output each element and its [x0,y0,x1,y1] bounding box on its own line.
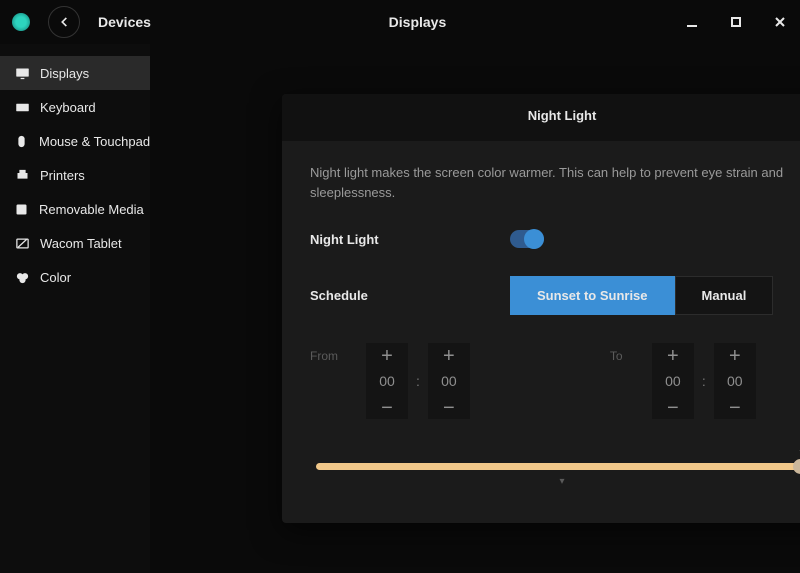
to-hours-up[interactable]: + [667,343,679,367]
sidebar-item-label: Keyboard [40,100,96,115]
sidebar-item-printers[interactable]: Printers [0,158,150,192]
maximize-button[interactable] [728,14,744,30]
titlebar-category: Devices [98,14,151,30]
schedule-row: Schedule Sunset to Sunrise Manual [310,276,800,315]
main-panel: ndscape 3 (16:9) On Night Light ✕ Night … [150,44,800,573]
tablet-icon [14,235,30,251]
to-minutes-value[interactable]: 00 [727,367,743,395]
schedule-manual-button[interactable]: Manual [675,276,774,315]
schedule-auto-button[interactable]: Sunset to Sunrise [510,276,675,315]
time-row: From + 00 − : + 00 − [310,343,800,419]
sidebar-item-label: Mouse & Touchpad [39,134,150,149]
minimize-button[interactable] [684,14,700,30]
titlebar: Devices Displays [0,0,800,44]
colon: : [702,373,706,389]
from-label: From [310,343,356,363]
to-label: To [610,343,642,363]
night-light-toggle-row: Night Light [310,230,800,248]
to-minutes-down[interactable]: − [729,395,741,419]
sidebar-item-mouse[interactable]: Mouse & Touchpad [0,124,150,158]
from-hours: + 00 − [366,343,408,419]
keyboard-icon [14,99,30,115]
sidebar-item-label: Wacom Tablet [40,236,122,251]
sidebar-item-label: Displays [40,66,89,81]
slider-thumb[interactable] [793,459,800,474]
window-controls [684,14,788,30]
from-hours-value[interactable]: 00 [379,367,395,395]
from-hours-down[interactable]: − [381,395,393,419]
color-icon [14,269,30,285]
display-icon [14,65,30,81]
to-minutes: + 00 − [714,343,756,419]
sidebar-item-label: Color [40,270,71,285]
app-logo-icon [12,13,30,31]
sidebar-item-color[interactable]: Color [0,260,150,294]
sidebar-item-wacom[interactable]: Wacom Tablet [0,226,150,260]
to-time: + 00 − : + 00 − [652,343,756,419]
sidebar-item-displays[interactable]: Displays [0,56,150,90]
media-icon [14,201,29,217]
modal-body: Night light makes the screen color warme… [282,141,800,523]
from-time: + 00 − : + 00 − [366,343,470,419]
night-light-modal: Night Light ✕ Night light makes the scre… [282,94,800,523]
to-hours: + 00 − [652,343,694,419]
colon: : [416,373,420,389]
modal-title: Night Light [528,108,597,123]
sidebar-item-removable-media[interactable]: Removable Media [0,192,150,226]
from-minutes-value[interactable]: 00 [441,367,457,395]
caret-down-icon: ▾ [310,476,800,487]
from-minutes-down[interactable]: − [443,395,455,419]
from-hours-up[interactable]: + [381,343,393,367]
sidebar-item-label: Removable Media [39,202,144,217]
toggle-label: Night Light [310,232,510,247]
slider-track [316,463,800,470]
to-hours-value[interactable]: 00 [665,367,681,395]
modal-header: Night Light ✕ [282,94,800,141]
sidebar-item-keyboard[interactable]: Keyboard [0,90,150,124]
from-minutes: + 00 − [428,343,470,419]
sidebar: Displays Keyboard Mouse & Touchpad Print… [0,44,150,573]
modal-description: Night light makes the screen color warme… [310,163,800,202]
to-minutes-up[interactable]: + [729,343,741,367]
mouse-icon [14,133,29,149]
to-hours-down[interactable]: − [667,395,679,419]
printer-icon [14,167,30,183]
content: Displays Keyboard Mouse & Touchpad Print… [0,44,800,573]
sidebar-item-label: Printers [40,168,85,183]
titlebar-page-title: Displays [151,14,684,30]
night-light-toggle[interactable] [510,230,544,248]
chevron-left-icon [57,15,71,29]
back-button[interactable] [48,6,80,38]
close-button[interactable] [772,14,788,30]
from-minutes-up[interactable]: + [443,343,455,367]
color-temp-slider[interactable]: ☀ [316,463,800,470]
schedule-label: Schedule [310,288,510,303]
schedule-segmented: Sunset to Sunrise Manual [510,276,773,315]
